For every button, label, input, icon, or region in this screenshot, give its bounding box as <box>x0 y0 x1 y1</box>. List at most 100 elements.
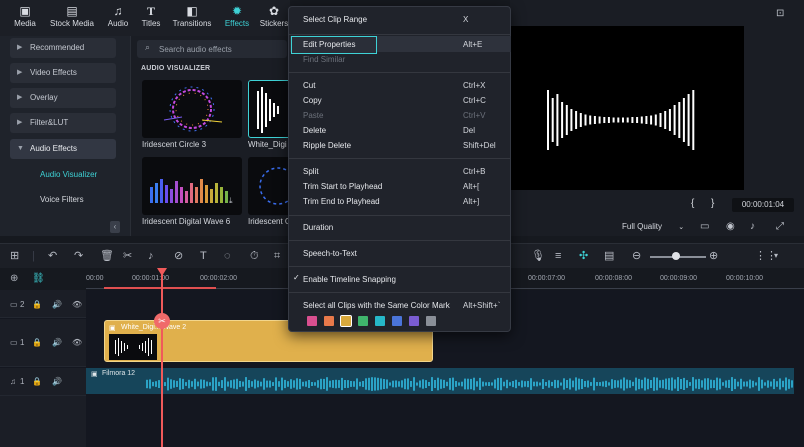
snap-icon[interactable]: ✣ <box>579 250 588 262</box>
menu-item-select-clip-range[interactable]: Select Clip Range X <box>303 13 499 27</box>
audio-split-icon[interactable]: ♪ <box>148 250 154 262</box>
add-track-icon[interactable]: ⊕ <box>10 273 18 284</box>
menu-item-trim-end[interactable]: Trim End to Playhead Alt+] <box>303 195 499 209</box>
menu-item-ripple-delete[interactable]: Ripple Delete Shift+Del <box>303 139 499 153</box>
color-mark-swatch[interactable] <box>392 316 402 326</box>
menu-item-select-same-color[interactable]: Select all Clips with the Same Color Mar… <box>303 299 500 313</box>
lock-icon[interactable]: 🔒 <box>32 338 42 347</box>
timer-icon[interactable]: ⏱ <box>250 250 259 262</box>
volume-icon[interactable]: ♪ <box>750 221 755 232</box>
effect-card-iridescent-digital-wave[interactable] <box>142 157 242 215</box>
color-mark-swatch[interactable] <box>375 316 385 326</box>
quality-select[interactable]: Full Quality ⌄ <box>622 222 684 231</box>
effect-card-iridescent-c[interactable] <box>248 157 291 215</box>
subcategory-voice-filters[interactable]: Voice Filters <box>40 195 84 204</box>
waveform-bar <box>377 377 379 391</box>
toolbar-stickers[interactable]: ✿ Stickers <box>258 4 290 34</box>
color-mark-swatch[interactable] <box>340 315 352 327</box>
collapse-panel-button[interactable]: ‹ <box>110 221 120 233</box>
menu-item-cut[interactable]: Cut Ctrl+X <box>303 79 499 93</box>
eye-icon[interactable]: 👁 <box>72 338 82 347</box>
lock-icon[interactable]: 🔒 <box>32 300 42 309</box>
zoom-slider-thumb[interactable] <box>672 252 680 260</box>
color-icon[interactable]: ◌ <box>224 250 231 262</box>
toolbar-audio[interactable]: ♫ Audio <box>102 4 134 34</box>
color-mark-swatch[interactable] <box>409 316 419 326</box>
category-video-effects[interactable]: ▶ Video Effects <box>10 63 116 83</box>
zoom-out-icon[interactable]: ⊖ <box>632 250 641 262</box>
color-mark-swatch[interactable] <box>426 316 436 326</box>
toolbar-titles[interactable]: T Titles <box>136 4 166 34</box>
waveform-bar <box>578 378 580 390</box>
mark-out-button[interactable]: } <box>711 198 714 209</box>
text-icon[interactable]: T <box>200 250 207 262</box>
menu-item-trim-start[interactable]: Trim Start to Playhead Alt+[ <box>303 180 499 194</box>
eye-icon[interactable]: 👁 <box>72 300 82 309</box>
category-overlay[interactable]: ▶ Overlay <box>10 88 116 108</box>
undo-icon[interactable]: ↶ <box>48 250 57 262</box>
menu-item-find-similar[interactable]: Find Similar <box>303 53 499 67</box>
grid-icon[interactable]: ⊞ <box>10 250 19 262</box>
waveform-bar <box>203 379 205 389</box>
waveform-bar <box>209 382 211 386</box>
menu-item-edit-properties[interactable]: Edit Properties Alt+E <box>303 38 499 52</box>
volume-icon[interactable]: 🔊 <box>52 338 62 347</box>
menu-item-paste[interactable]: Paste Ctrl+V <box>303 109 499 123</box>
toolbar-effects[interactable]: ✹ Effects <box>220 4 254 34</box>
waveform-bar <box>503 381 505 387</box>
color-mark-swatch[interactable] <box>307 316 317 326</box>
chevron-down-icon[interactable]: ▾ <box>774 250 778 262</box>
toolbar-transitions[interactable]: ◧ Transitions <box>170 4 214 34</box>
audio-clip[interactable]: ▣ Filmora 12 <box>86 368 794 394</box>
category-recommended[interactable]: ▶ Recommended <box>10 38 116 58</box>
track-icon[interactable]: ≡ <box>555 250 561 262</box>
fullscreen-icon[interactable]: ⤢ <box>776 221 784 232</box>
playhead-line[interactable] <box>161 268 163 447</box>
crop-icon[interactable]: ⌗ <box>274 250 280 262</box>
zoom-in-icon[interactable]: ⊕ <box>709 250 718 262</box>
effect-card-iridescent-circle[interactable] <box>142 80 242 138</box>
effect-card-white-digital-wave[interactable] <box>248 80 291 138</box>
color-mark-swatch[interactable] <box>358 316 368 326</box>
clip-icon[interactable]: ▤ <box>604 250 614 262</box>
toolbar-stock-media[interactable]: ▤ Stock Media <box>48 4 96 34</box>
waveform-bar <box>692 377 694 391</box>
waveform-bar <box>731 377 733 391</box>
lock-icon[interactable]: 🔒 <box>32 377 42 386</box>
menu-item-split[interactable]: Split Ctrl+B <box>303 165 499 179</box>
zoom-slider[interactable] <box>650 252 706 260</box>
category-audio-effects[interactable]: ▼ Audio Effects <box>10 139 116 159</box>
scissors-icon[interactable]: ✂ <box>123 250 132 262</box>
redo-icon[interactable]: ↷ <box>74 250 83 262</box>
delete-icon[interactable]: 🗑 <box>100 250 114 262</box>
track-header-video-1: ▭ 1 🔒 🔊 👁 <box>0 319 86 367</box>
menu-item-enable-snapping[interactable]: Enable Timeline Snapping <box>303 273 499 287</box>
waveform-bar <box>251 381 253 387</box>
volume-icon[interactable]: 🔊 <box>52 377 62 386</box>
toolbar-media[interactable]: ▣ Media <box>6 4 44 34</box>
link-icon[interactable]: ⛓ <box>32 273 45 284</box>
camera-icon[interactable]: ◉ <box>726 221 735 232</box>
waveform-bar <box>695 379 697 389</box>
waveform-bar <box>605 380 607 388</box>
mark-in-button[interactable]: { <box>691 198 694 209</box>
color-mark-swatch[interactable] <box>324 316 334 326</box>
disable-icon[interactable]: ⊘ <box>174 250 183 262</box>
waveform-bar <box>719 378 721 390</box>
visualizer-bar <box>612 117 615 123</box>
menu-item-speech-to-text[interactable]: Speech-to-Text <box>303 247 499 261</box>
menu-separator <box>289 215 510 216</box>
menu-item-delete[interactable]: Delete Del <box>303 124 499 138</box>
download-icon[interactable]: ⤓ <box>229 196 233 206</box>
microphone-icon[interactable]: 🎙 <box>531 250 545 262</box>
subcategory-audio-visualizer[interactable]: Audio Visualizer <box>40 170 97 179</box>
monitor-icon[interactable]: ▭ <box>700 221 709 232</box>
volume-icon[interactable]: 🔊 <box>52 300 62 309</box>
snapshot-icon[interactable]: ⊡ <box>776 8 784 19</box>
playhead-split-knob[interactable]: ✂ <box>154 313 170 329</box>
menu-item-copy[interactable]: Copy Ctrl+C <box>303 94 499 108</box>
menu-item-duration[interactable]: Duration <box>303 221 499 235</box>
category-filter-lut[interactable]: ▶ Filter&LUT <box>10 113 116 133</box>
search-input[interactable] <box>159 41 285 57</box>
waveform-bar <box>308 380 310 388</box>
